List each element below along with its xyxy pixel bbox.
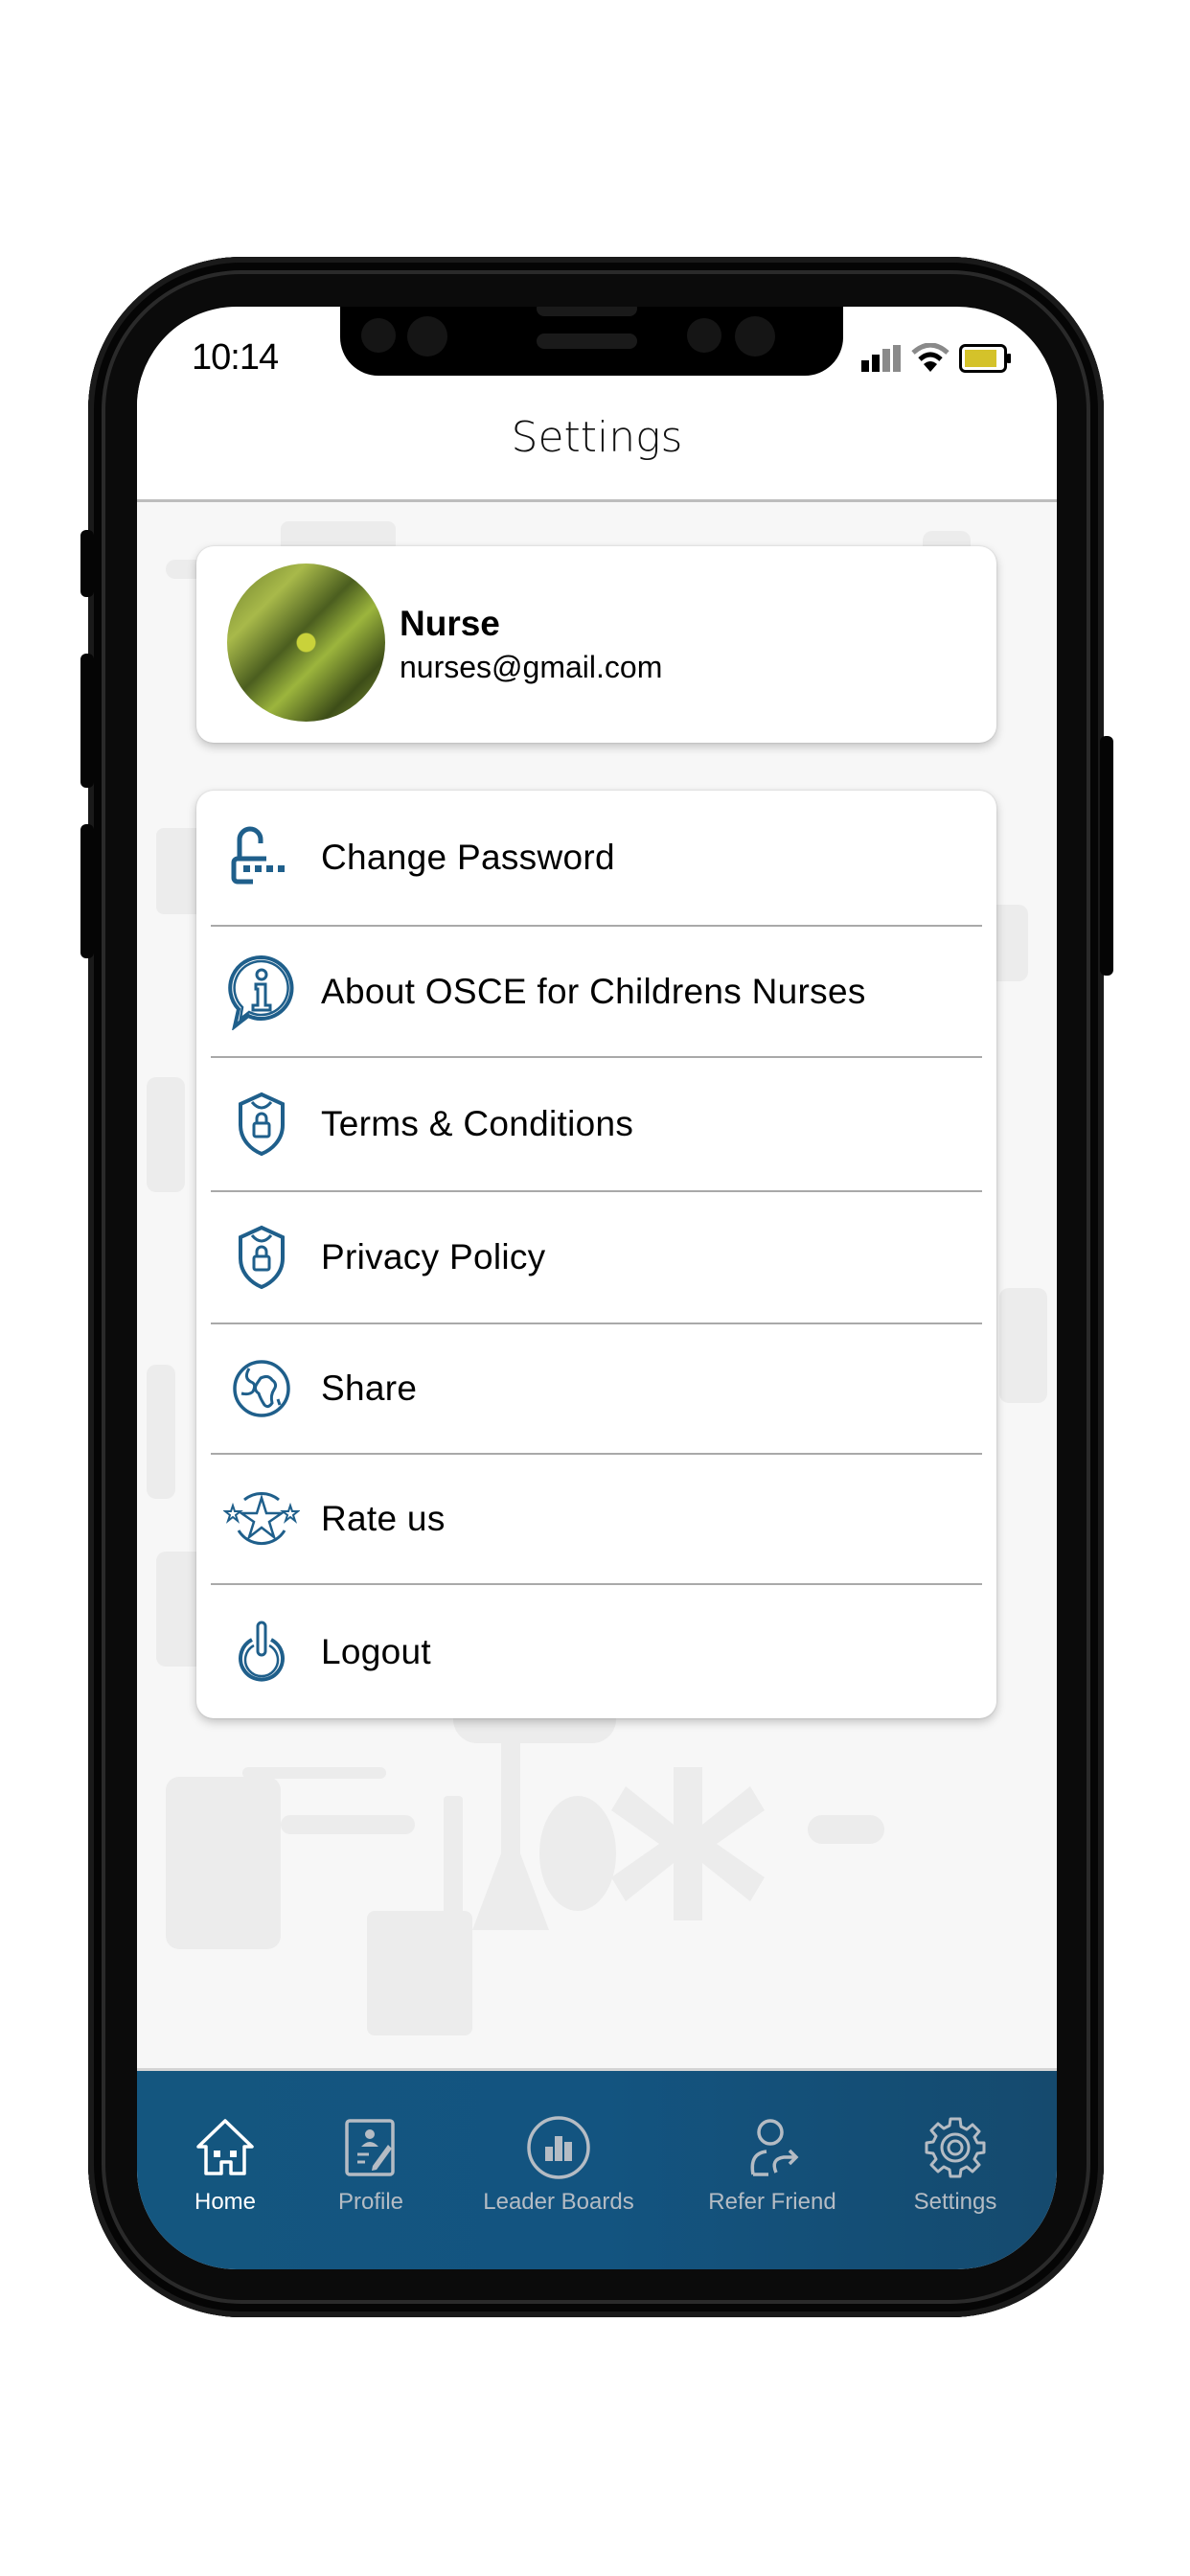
menu-item-label: Logout <box>321 1631 431 1671</box>
volume-down-button <box>80 824 94 958</box>
menu-item-label: Terms & Conditions <box>321 1104 634 1143</box>
tab-leader-boards[interactable]: Leader Boards <box>472 2114 645 2216</box>
status-time: 10:14 <box>192 337 279 378</box>
home-icon <box>192 2114 259 2181</box>
profile-name: Nurse <box>400 604 500 643</box>
mute-switch <box>80 530 94 597</box>
info-chat-icon <box>223 954 300 1030</box>
profile-email: nurses@gmail.com <box>400 650 663 684</box>
menu-item-about[interactable]: About OSCE for Childrens Nurses <box>196 927 996 1056</box>
battery-icon <box>959 344 1011 373</box>
avatar[interactable] <box>227 564 385 722</box>
tab-refer-friend[interactable]: Refer Friend <box>686 2114 858 2216</box>
menu-item-logout[interactable]: Logout <box>196 1585 996 1718</box>
shield-lock-icon <box>223 1086 300 1162</box>
volume-up-button <box>80 654 94 788</box>
unlock-password-icon <box>223 819 300 896</box>
tab-label: Leader Boards <box>483 2189 634 2215</box>
menu-item-change-password[interactable]: Change Password <box>196 791 996 925</box>
menu-item-share[interactable]: Share <box>196 1324 996 1453</box>
bottom-tab-bar: Home Profile Leader Boards Refer Friend … <box>137 2068 1057 2269</box>
menu-item-label: About OSCE for Childrens Nurses <box>321 971 866 1011</box>
cellular-signal-icon <box>861 345 901 372</box>
menu-item-label: Privacy Policy <box>321 1237 546 1276</box>
menu-item-rate-us[interactable]: Rate us <box>196 1455 996 1583</box>
profile-document-icon <box>337 2114 404 2181</box>
tab-label: Home <box>194 2189 257 2215</box>
stars-icon <box>223 1481 300 1557</box>
tab-label: Profile <box>337 2189 404 2215</box>
app-screen: 10:14 Settings Nurse nurses@gmail.com Ch… <box>137 307 1057 2269</box>
menu-item-privacy[interactable]: Privacy Policy <box>196 1192 996 1322</box>
gear-icon <box>922 2114 989 2181</box>
power-icon <box>223 1614 300 1690</box>
tab-label: Settings <box>913 2189 997 2215</box>
menu-item-label: Rate us <box>321 1499 446 1538</box>
shield-lock-icon <box>223 1219 300 1296</box>
settings-menu: Change Password About OSCE for Childrens… <box>196 791 996 1718</box>
power-button <box>1100 736 1113 976</box>
refer-user-icon <box>739 2114 806 2181</box>
status-icons <box>861 343 1013 374</box>
bar-chart-icon <box>525 2114 592 2181</box>
menu-item-terms[interactable]: Terms & Conditions <box>196 1058 996 1190</box>
profile-card[interactable]: Nurse nurses@gmail.com <box>196 546 996 743</box>
wifi-icon <box>911 343 950 372</box>
menu-item-label: Share <box>321 1368 418 1408</box>
tab-profile[interactable]: Profile <box>285 2114 457 2216</box>
tab-settings[interactable]: Settings <box>869 2114 1041 2216</box>
globe-icon <box>223 1350 300 1427</box>
tab-label: Refer Friend <box>708 2189 836 2215</box>
menu-item-label: Change Password <box>321 838 615 877</box>
page-title: Settings <box>137 376 1057 502</box>
device-notch <box>340 307 843 376</box>
